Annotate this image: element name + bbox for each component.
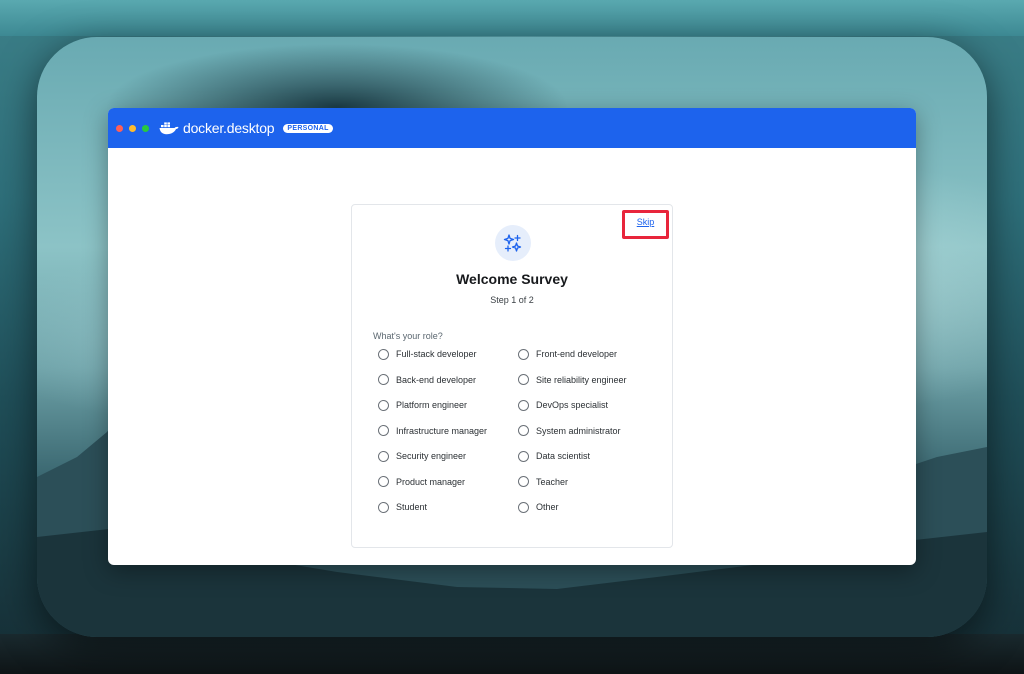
minimize-window-button[interactable] (129, 124, 136, 132)
option-label: Data scientist (536, 451, 591, 462)
close-window-button[interactable] (116, 124, 123, 132)
role-option-back-end-developer[interactable]: Back-end developer (378, 373, 518, 388)
option-label: Back-end developer (396, 374, 477, 385)
radio-button[interactable] (378, 450, 389, 462)
radio-button[interactable] (518, 476, 529, 488)
role-option-platform-engineer[interactable]: Platform engineer (378, 398, 518, 413)
option-label: Full-stack developer (396, 349, 477, 360)
role-option-product-manager[interactable]: Product manager (378, 475, 518, 490)
option-label: DevOps specialist (536, 400, 609, 411)
background-bottom (0, 634, 1024, 674)
radio-button[interactable] (378, 374, 389, 386)
role-option-other[interactable]: Other (518, 500, 658, 515)
docker-desktop-window: docker.desktop PERSONAL Skip Welcome Sur… (108, 108, 916, 565)
option-label: Student (396, 502, 428, 513)
skip-highlight: Skip (622, 210, 669, 239)
radio-button[interactable] (378, 348, 389, 360)
option-label: Front-end developer (536, 349, 618, 360)
option-label: Infrastructure manager (396, 425, 488, 436)
maximize-window-button[interactable] (142, 124, 149, 132)
docker-logo: docker.desktop PERSONAL (159, 120, 333, 136)
radio-button[interactable] (378, 501, 389, 513)
role-question: What's your role? (373, 331, 443, 341)
window-controls (116, 124, 149, 132)
docker-whale-icon (159, 122, 179, 135)
step-indicator: Step 1 of 2 (490, 295, 534, 305)
welcome-survey-card: Skip Welcome Survey Step 1 of 2 What's y… (351, 204, 673, 548)
role-option-data-scientist[interactable]: Data scientist (518, 449, 658, 464)
role-option-devops-specialist[interactable]: DevOps specialist (518, 398, 658, 413)
sparkles-icon (503, 234, 522, 252)
option-label: Product manager (396, 476, 466, 487)
radio-button[interactable] (378, 476, 389, 488)
title-bar: docker.desktop PERSONAL (108, 108, 916, 148)
radio-button[interactable] (378, 399, 389, 411)
option-label: System administrator (536, 425, 621, 436)
option-label: Security engineer (396, 451, 467, 462)
app-name: docker.desktop (183, 120, 275, 136)
role-option-system-administrator[interactable]: System administrator (518, 424, 658, 439)
radio-button[interactable] (518, 374, 529, 386)
radio-button[interactable] (518, 501, 529, 513)
role-options: Full-stack developer Front-end developer… (378, 347, 668, 515)
role-option-security-engineer[interactable]: Security engineer (378, 449, 518, 464)
role-option-full-stack-developer[interactable]: Full-stack developer (378, 347, 518, 362)
radio-button[interactable] (518, 450, 529, 462)
role-option-front-end-developer[interactable]: Front-end developer (518, 347, 658, 362)
option-label: Teacher (536, 476, 569, 487)
radio-button[interactable] (518, 425, 529, 437)
radio-button[interactable] (378, 425, 389, 437)
survey-icon-badge (495, 225, 531, 261)
role-option-site-reliability-engineer[interactable]: Site reliability engineer (518, 373, 658, 388)
radio-button[interactable] (518, 348, 529, 360)
option-label: Site reliability engineer (536, 374, 627, 385)
radio-button[interactable] (518, 399, 529, 411)
skip-link[interactable]: Skip (637, 217, 655, 227)
background-sky-top (0, 0, 1024, 36)
option-label: Other (536, 502, 559, 513)
role-option-infrastructure-manager[interactable]: Infrastructure manager (378, 424, 518, 439)
role-option-teacher[interactable]: Teacher (518, 475, 658, 490)
survey-title: Welcome Survey (456, 271, 568, 287)
plan-badge: PERSONAL (283, 123, 333, 133)
option-label: Platform engineer (396, 400, 468, 411)
role-option-student[interactable]: Student (378, 500, 518, 515)
